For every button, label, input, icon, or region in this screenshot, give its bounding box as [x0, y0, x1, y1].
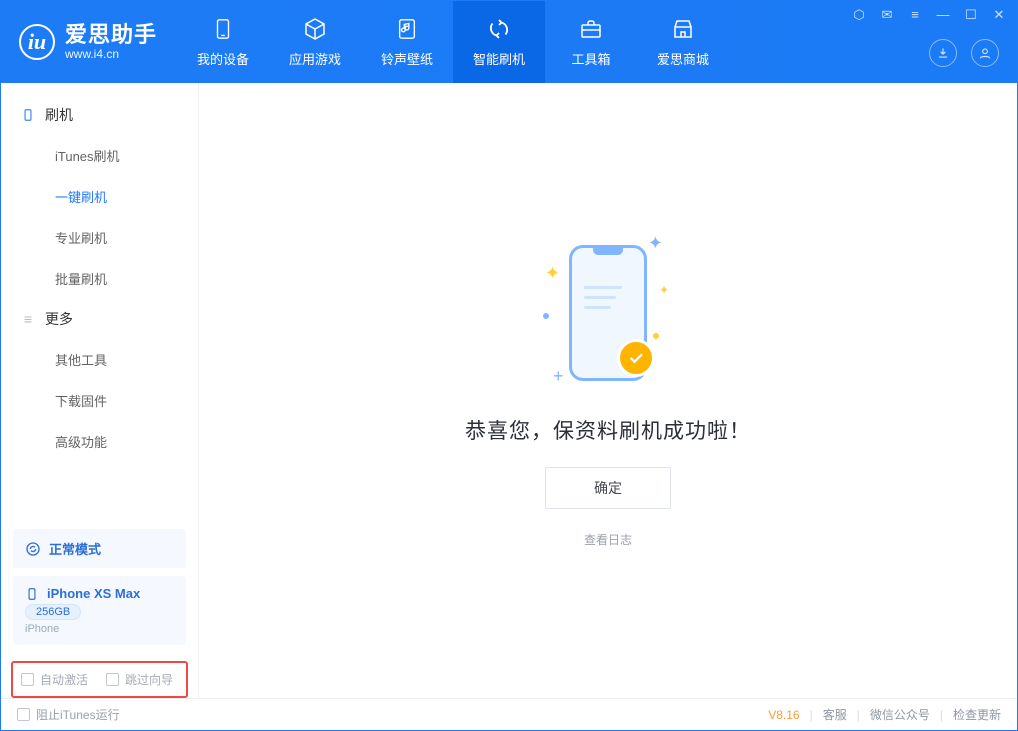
label-auto-activate: 自动激活	[40, 671, 88, 688]
tab-toolbox[interactable]: 工具箱	[545, 1, 637, 83]
sidebar-item-onekey[interactable]: 一键刷机	[1, 176, 198, 217]
download-icon[interactable]	[929, 39, 957, 67]
sync-icon	[25, 541, 41, 557]
update-link[interactable]: 检查更新	[953, 706, 1001, 723]
sidebar-item-batch[interactable]: 批量刷机	[1, 258, 198, 299]
logo-icon: iu	[19, 24, 55, 60]
sidebar-item-other[interactable]: 其他工具	[1, 339, 198, 380]
phone-small-icon	[21, 108, 35, 122]
feedback-icon[interactable]: ✉	[879, 7, 895, 23]
sparkle-icon: ✦	[545, 263, 560, 284]
sidebar: 刷机 iTunes刷机 一键刷机 专业刷机 批量刷机 ≡ 更多 其他工具 下载固…	[1, 83, 199, 698]
cube-icon	[302, 16, 328, 42]
options-box: 自动激活 跳过向导	[11, 661, 188, 698]
footer: 阻止iTunes运行 V8.16 | 客服 | 微信公众号 | 检查更新	[1, 698, 1017, 730]
menu-icon[interactable]: ≡	[907, 7, 923, 23]
version-label: V8.16	[768, 708, 799, 722]
window-controls: ⬡ ✉ ≡ — ☐ ✕	[851, 7, 1007, 23]
maximize-button[interactable]: ☐	[963, 7, 979, 23]
tab-flash[interactable]: 智能刷机	[453, 1, 545, 83]
label-skip-guide: 跳过向导	[125, 671, 173, 688]
checkbox-block-itunes[interactable]	[17, 708, 30, 721]
logo: iu 爱思助手 www.i4.cn	[1, 1, 171, 83]
support-link[interactable]: 客服	[823, 706, 847, 723]
user-icon[interactable]	[971, 39, 999, 67]
app-title: 爱思助手	[65, 23, 157, 47]
sidebar-section-flash: 刷机	[1, 95, 198, 135]
tab-device[interactable]: 我的设备	[177, 1, 269, 83]
list-icon: ≡	[21, 312, 35, 326]
sparkle-icon: +	[553, 366, 564, 387]
device-name: iPhone XS Max	[47, 586, 140, 601]
device-icon	[210, 16, 236, 42]
device-small-icon	[25, 587, 39, 601]
success-illustration: ✦ ✦ + ✦	[543, 233, 673, 393]
main-content: ✦ ✦ + ✦ 恭喜您，保资料刷机成功啦！ 确定 查看日志	[199, 83, 1017, 698]
sparkle-icon: ✦	[648, 233, 663, 254]
tab-apps[interactable]: 应用游戏	[269, 1, 361, 83]
refresh-icon	[486, 16, 512, 42]
confirm-button[interactable]: 确定	[545, 467, 671, 509]
close-button[interactable]: ✕	[991, 7, 1007, 23]
tab-ring[interactable]: 铃声壁纸	[361, 1, 453, 83]
app-subtitle: www.i4.cn	[65, 48, 157, 61]
shirt-icon[interactable]: ⬡	[851, 7, 867, 23]
device-capacity: 256GB	[25, 604, 81, 620]
success-message: 恭喜您，保资料刷机成功啦！	[465, 415, 751, 445]
checkbox-skip-guide[interactable]	[106, 673, 119, 686]
success-check-icon	[617, 339, 655, 377]
minimize-button[interactable]: —	[935, 7, 951, 23]
store-icon	[670, 16, 696, 42]
device-mode[interactable]: 正常模式	[13, 529, 186, 568]
main-tabs: 我的设备 应用游戏 铃声壁纸 智能刷机 工具箱 爱思商城	[177, 1, 729, 83]
checkbox-auto-activate[interactable]	[21, 673, 34, 686]
sparkle-icon: ✦	[659, 283, 669, 297]
label-block-itunes: 阻止iTunes运行	[36, 706, 120, 723]
sidebar-item-firmware[interactable]: 下载固件	[1, 380, 198, 421]
dot-icon	[653, 333, 659, 339]
device-type: iPhone	[25, 623, 174, 635]
sidebar-item-advanced[interactable]: 高级功能	[1, 421, 198, 462]
device-info[interactable]: iPhone XS Max 256GB iPhone	[13, 576, 186, 645]
sidebar-section-more: ≡ 更多	[1, 299, 198, 339]
sidebar-item-pro[interactable]: 专业刷机	[1, 217, 198, 258]
tab-store[interactable]: 爱思商城	[637, 1, 729, 83]
header: iu 爱思助手 www.i4.cn 我的设备 应用游戏 铃声壁纸 智能刷机 工具…	[1, 1, 1017, 83]
sidebar-item-itunes[interactable]: iTunes刷机	[1, 135, 198, 176]
wallpaper-icon	[394, 16, 420, 42]
view-log-link[interactable]: 查看日志	[584, 531, 632, 548]
toolbox-icon	[578, 16, 604, 42]
dot-icon	[543, 313, 549, 319]
wechat-link[interactable]: 微信公众号	[870, 706, 930, 723]
